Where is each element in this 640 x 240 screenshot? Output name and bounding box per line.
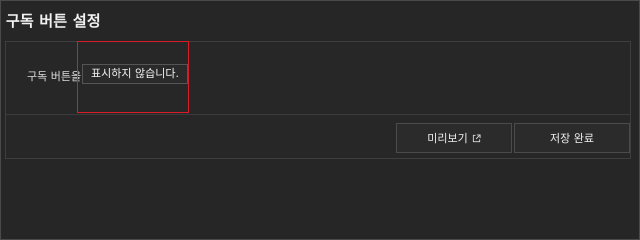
subscribe-display-select[interactable]: 표시하지 않습니다. [82,64,188,84]
page-title: 구독 버튼 설정 [6,12,101,30]
save-button-label: 저장 완료 [550,132,594,145]
external-link-icon [472,133,481,142]
preview-button-label: 미리보기 [427,132,468,145]
settings-panel: 구독 버튼을 표시하지 않습니다. 미리보기 저장 완료 [5,41,631,159]
save-button[interactable]: 저장 완료 [514,123,630,153]
subscribe-display-selected-value: 표시하지 않습니다. [91,67,179,80]
preview-button[interactable]: 미리보기 [396,123,512,153]
subscribe-button-label: 구독 버튼을 [27,70,82,83]
window-frame: 구독 버튼 설정 구독 버튼을 표시하지 않습니다. 미리보기 저장 완료 [0,0,640,240]
row-divider [6,114,630,115]
